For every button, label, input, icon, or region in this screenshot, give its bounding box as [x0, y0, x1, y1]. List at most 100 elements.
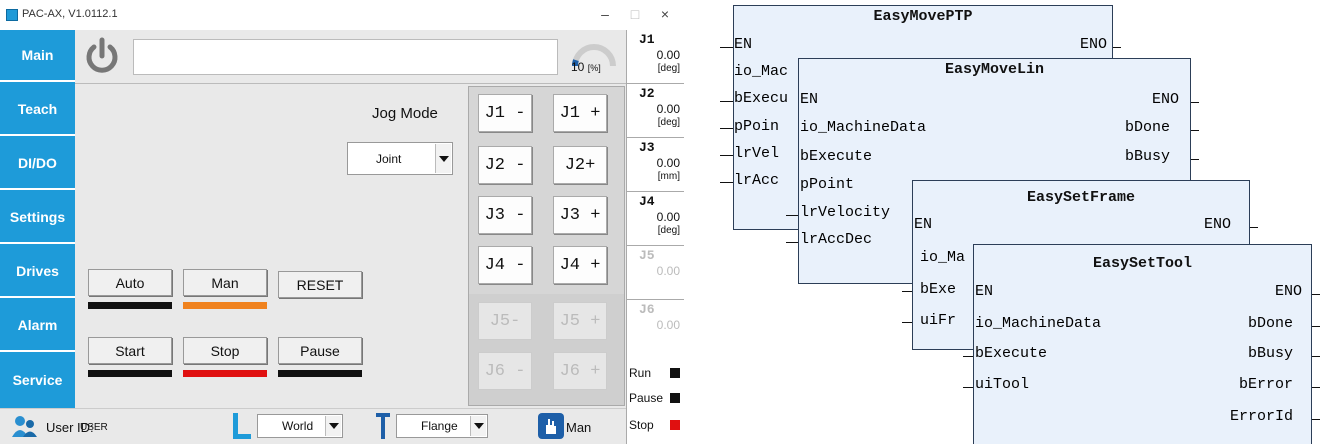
jog-j2-plus-button[interactable]: J2+ [553, 146, 607, 184]
pause-button[interactable]: Pause [278, 337, 362, 364]
pin-io-machinedata: io_Mac [734, 63, 789, 80]
stop-indicator [183, 370, 267, 377]
start-button[interactable]: Start [88, 337, 172, 364]
minimize-button[interactable]: – [590, 4, 620, 24]
pin-io-machinedata: io_MachineData [800, 119, 927, 136]
sidebar-item-drives[interactable]: Drives [0, 246, 75, 298]
sidebar-item-settings[interactable]: Settings [0, 192, 75, 244]
sidebar-item-alarm[interactable]: Alarm [0, 300, 75, 352]
jog-j4-minus-button[interactable]: J4 - [478, 246, 532, 284]
status-run-label: Run [629, 366, 652, 380]
pin-berror: bError [1239, 376, 1294, 393]
title-bar: PAC-AX, V1.0112.1 – □ × [0, 0, 684, 30]
block-title: EasySetFrame [1026, 189, 1136, 206]
app-icon [6, 9, 18, 21]
block-title: EasySetTool [1092, 255, 1193, 272]
pin-bdone: bDone [1248, 315, 1294, 332]
jog-j1-minus-button[interactable]: J1 - [478, 94, 532, 132]
user-icon [12, 416, 37, 437]
sidebar-item-main[interactable]: Main [0, 30, 75, 82]
axis-name: J5 [639, 248, 655, 263]
pin-en: EN [975, 283, 994, 300]
pin-ppoint: pPoint [800, 176, 855, 193]
hand-icon [538, 413, 564, 439]
jog-j3-plus-button[interactable]: J3 + [553, 196, 607, 234]
pin-bbusy: bBusy [1248, 345, 1294, 362]
tool-select[interactable]: Flange [396, 414, 488, 438]
tool-value: Flange [421, 419, 458, 433]
pin-lraccdec: lrAcc [734, 172, 780, 189]
sidebar-item-teach[interactable]: Teach [0, 84, 75, 136]
sidebar-item-dido[interactable]: DI/DO [0, 138, 75, 190]
axis-value: 0.00 [656, 264, 680, 278]
jog-j4-plus-button[interactable]: J4 + [553, 246, 607, 284]
block-title: EasyMovePTP [873, 8, 973, 25]
jog-j6-minus-button[interactable]: J6 - [478, 352, 532, 390]
power-icon[interactable] [81, 36, 123, 78]
pin-errorid: ErrorId [1230, 408, 1294, 425]
man-indicator [183, 302, 267, 309]
pin-bbusy: bBusy [1125, 148, 1171, 165]
axis-name: J3 [639, 140, 655, 155]
jog-mode-select[interactable]: Joint [347, 142, 453, 175]
axis-value: 0.00 [656, 318, 680, 332]
block-title: EasyMoveLin [944, 61, 1045, 78]
axis-j3: J3 0.00 [mm] [627, 138, 684, 192]
jog-j3-minus-button[interactable]: J3 - [478, 196, 532, 234]
pin-en: EN [800, 91, 819, 108]
man-button[interactable]: Man [183, 269, 267, 296]
axis-j2: J2 0.00 [deg] [627, 84, 684, 138]
axis-name: J2 [639, 86, 655, 101]
axis-value: 0.00 [656, 48, 680, 62]
pin-bexecute: bExecute [800, 148, 873, 165]
jog-mode-label: Jog Mode [372, 105, 438, 122]
chevron-down-icon[interactable] [470, 416, 486, 436]
jog-j5-plus-button[interactable]: J5 + [553, 302, 607, 340]
axis-j5: J5 0.00 [627, 246, 684, 300]
pin-bexecute: bExecu [734, 90, 789, 107]
pac-ax-window: PAC-AX, V1.0112.1 – □ × Main Teach DI/DO… [0, 0, 684, 444]
chevron-down-icon[interactable] [435, 144, 451, 173]
auto-indicator [88, 302, 172, 309]
flange-tool-icon [376, 413, 390, 439]
stop-button[interactable]: Stop [183, 337, 267, 364]
reset-button[interactable]: RESET [278, 271, 362, 298]
pin-lrvelocity: lrVel [734, 145, 780, 162]
pin-eno: ENO [1152, 91, 1180, 108]
axis-j6: J6 0.00 [627, 300, 684, 354]
pin-eno: ENO [1275, 283, 1303, 300]
auto-button[interactable]: Auto [88, 269, 172, 296]
speed-value: 10 [571, 60, 585, 74]
operation-mode-label: Man [566, 420, 592, 435]
frame-select[interactable]: World [257, 414, 343, 438]
jog-j5-minus-button[interactable]: J5- [478, 302, 532, 340]
pin-bdone: bDone [1125, 119, 1171, 136]
pin-eno: ENO [1204, 216, 1232, 233]
message-box [133, 39, 558, 75]
axis-value: 0.00 [656, 210, 680, 224]
maximize-button[interactable]: □ [620, 4, 650, 24]
bottom-bar: User ID: USER World Flange Man [0, 408, 626, 444]
status-run-indicator [670, 368, 680, 378]
window-title: PAC-AX, V1.0112.1 [22, 8, 118, 20]
start-indicator [88, 370, 172, 377]
pin-en: EN [734, 36, 753, 53]
jog-j1-plus-button[interactable]: J1 + [553, 94, 607, 132]
pin-bexecute: bExe [920, 281, 957, 298]
jog-j6-plus-button[interactable]: J6 + [553, 352, 607, 390]
pin-lraccdec: lrAccDec [800, 231, 873, 248]
axis-value: 0.00 [656, 156, 680, 170]
axis-panel: J1 0.00 [deg] J2 0.00 [deg] J3 0.00 [mm] J4 0.0… [626, 30, 684, 408]
pin-io-machinedata: io_MachineData [975, 315, 1102, 332]
close-button[interactable]: × [650, 4, 680, 24]
pin-uitool: uiTool [975, 376, 1030, 393]
pin-uiframe: uiFr [920, 312, 957, 329]
axis-unit: [mm] [657, 171, 680, 182]
status-stop-label: Stop [629, 418, 654, 432]
sidebar-item-service[interactable]: Service [0, 354, 75, 406]
jog-j2-minus-button[interactable]: J2 - [478, 146, 532, 184]
world-frame-icon [233, 413, 251, 439]
status-pause-label: Pause [629, 391, 664, 405]
sidebar: Main Teach DI/DO Settings Drives Alarm S… [0, 30, 75, 408]
chevron-down-icon[interactable] [325, 416, 341, 436]
